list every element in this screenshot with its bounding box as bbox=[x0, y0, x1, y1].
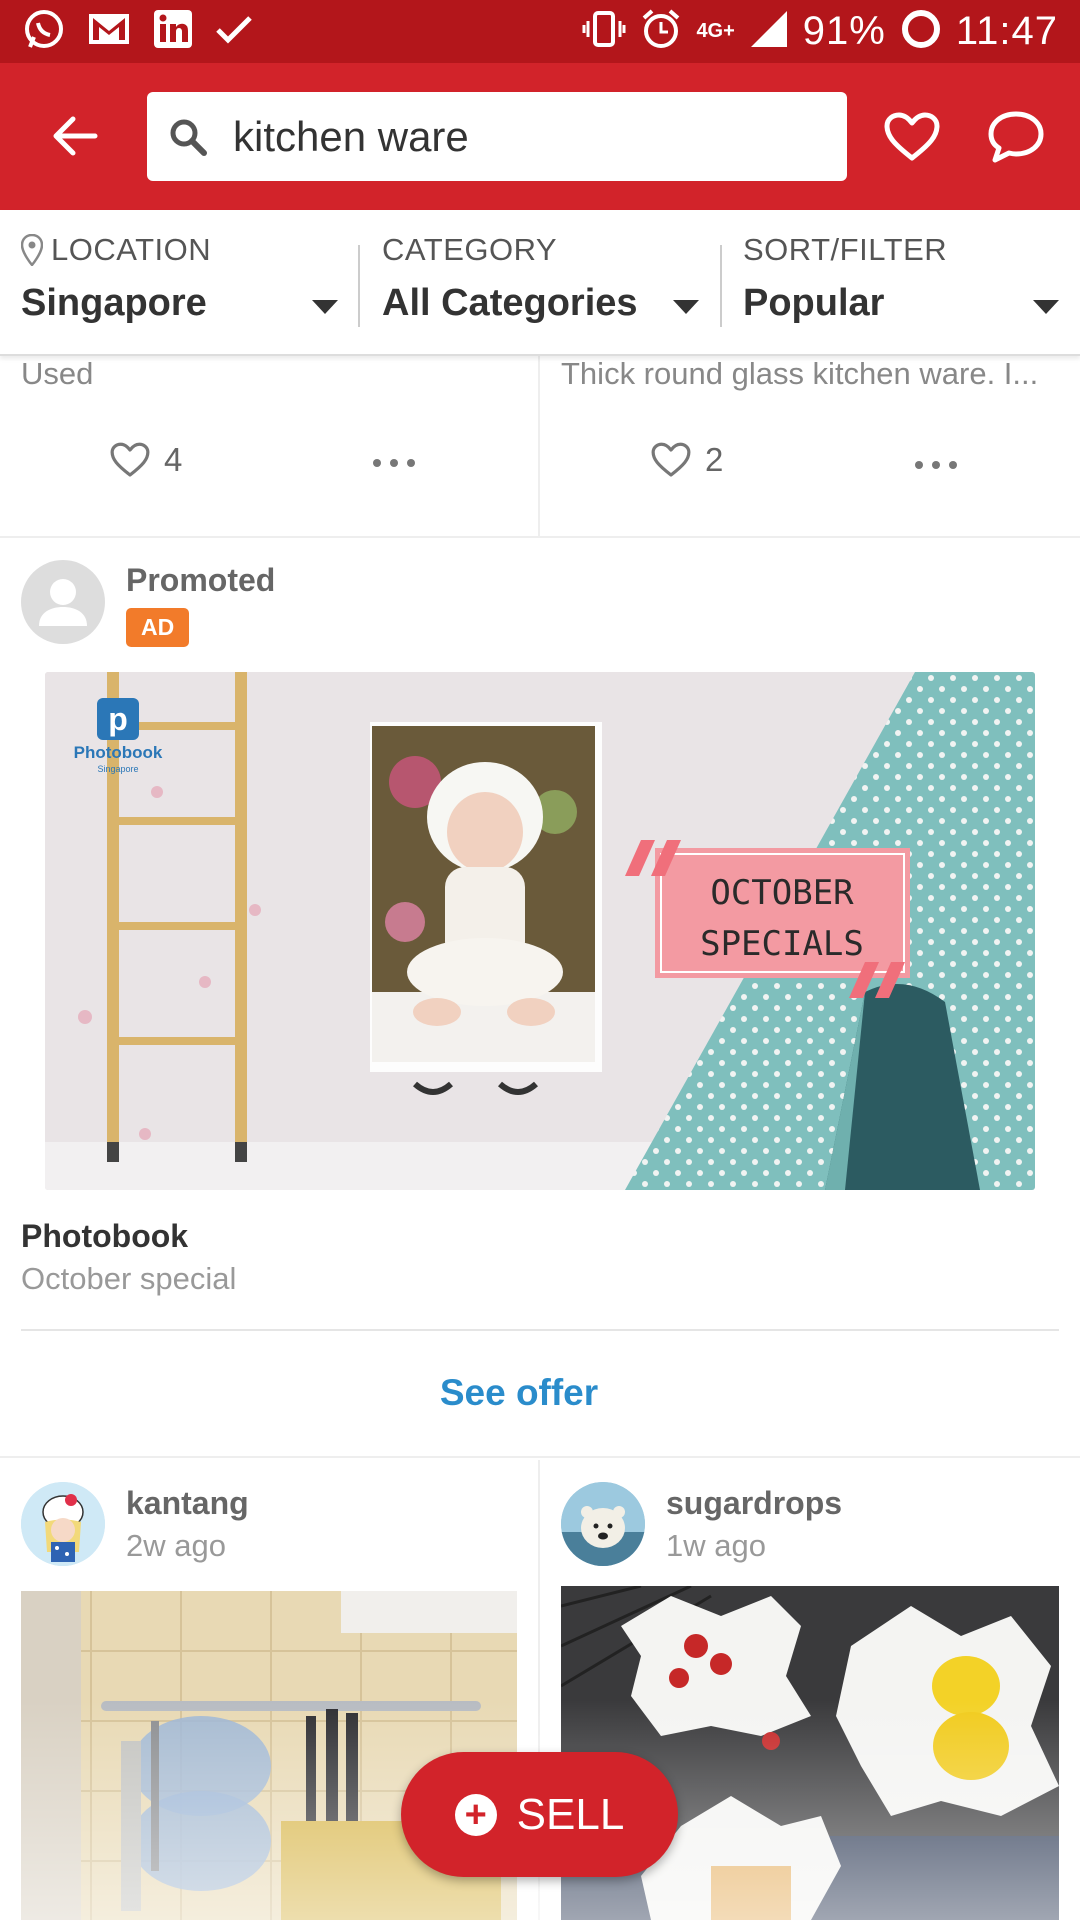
filter-bar: LOCATION Singapore CATEGORY All Categori… bbox=[0, 210, 1080, 356]
signal-icon bbox=[749, 9, 789, 54]
svg-text:p: p bbox=[108, 701, 128, 737]
alarm-icon bbox=[640, 8, 682, 55]
status-bar: 4G+ 91% 11:47 bbox=[0, 0, 1080, 63]
back-button[interactable] bbox=[40, 101, 110, 171]
location-pin-icon bbox=[21, 234, 43, 266]
sort-label: SORT/FILTER bbox=[743, 232, 948, 267]
offer-description: October special bbox=[21, 1261, 237, 1296]
location-value: Singapore bbox=[21, 282, 207, 324]
chat-icon bbox=[988, 111, 1044, 163]
sort-filter[interactable]: SORT/FILTER Popular bbox=[722, 210, 1080, 356]
sort-value: Popular bbox=[743, 282, 885, 324]
heart-outline-icon bbox=[110, 442, 150, 477]
divider bbox=[538, 356, 540, 538]
banner-illustration: p Photobook Singapore OCTOBER SPECIALS bbox=[45, 672, 1035, 1190]
category-label: CATEGORY bbox=[382, 232, 558, 267]
search-icon bbox=[165, 114, 211, 160]
vibrate-icon bbox=[582, 9, 626, 54]
sell-button[interactable]: + SELL bbox=[401, 1752, 678, 1877]
more-options-button[interactable] bbox=[915, 461, 957, 469]
seller-avatar[interactable] bbox=[561, 1482, 645, 1566]
gmail-icon bbox=[86, 9, 132, 54]
promoted-label: Promoted bbox=[126, 562, 276, 598]
battery-icon bbox=[900, 8, 942, 55]
dot bbox=[949, 461, 957, 469]
search-input[interactable] bbox=[233, 112, 793, 161]
search-box[interactable] bbox=[147, 92, 847, 181]
linkedin-icon bbox=[152, 8, 194, 55]
banner-logo-subtext: Singapore bbox=[97, 764, 138, 774]
more-options-button[interactable] bbox=[373, 459, 415, 467]
sell-label: SELL bbox=[516, 1789, 625, 1839]
plus-circle-icon: + bbox=[454, 1793, 497, 1836]
banner-overlay-line1: OCTOBER bbox=[710, 873, 854, 913]
ad-banner-image[interactable]: p Photobook Singapore OCTOBER SPECIALS bbox=[45, 672, 1035, 1190]
like-count: 2 bbox=[705, 441, 724, 478]
caret-down-icon bbox=[673, 300, 699, 314]
app-bar bbox=[0, 63, 1080, 210]
seller-avatar[interactable] bbox=[21, 1482, 105, 1566]
dot bbox=[373, 459, 381, 467]
advertiser-name: Photobook bbox=[21, 1218, 189, 1254]
dot bbox=[390, 459, 398, 467]
dot bbox=[932, 461, 940, 469]
back-arrow-icon bbox=[53, 116, 98, 156]
avatar bbox=[21, 560, 105, 644]
heart-outline-icon bbox=[651, 442, 691, 477]
location-label: LOCATION bbox=[51, 232, 212, 267]
chat-button[interactable] bbox=[982, 103, 1050, 171]
dot bbox=[407, 459, 415, 467]
listing-time: 1w ago bbox=[666, 1528, 766, 1563]
clock: 11:47 bbox=[955, 9, 1058, 53]
location-filter[interactable]: LOCATION Singapore bbox=[0, 210, 358, 356]
network-type: 4G+ bbox=[696, 20, 735, 42]
seller-name[interactable]: sugardrops bbox=[666, 1485, 842, 1522]
caret-down-icon bbox=[312, 300, 338, 314]
promoted-card[interactable]: Promoted AD p Photobook Singapore OCTOBE… bbox=[0, 540, 1080, 1458]
divider bbox=[21, 1329, 1059, 1331]
banner-logo-text: Photobook bbox=[74, 743, 163, 762]
listing-row: Used 4 Thick round glass kitchen ware. I… bbox=[0, 356, 1080, 538]
whatsapp-icon bbox=[22, 7, 66, 56]
heart-icon bbox=[884, 112, 940, 161]
avatar-image bbox=[21, 1482, 105, 1566]
dot bbox=[915, 461, 923, 469]
seller-name[interactable]: kantang bbox=[126, 1485, 249, 1522]
avatar-image bbox=[561, 1482, 645, 1566]
battery-percent: 91% bbox=[802, 9, 886, 53]
user-placeholder-icon bbox=[39, 579, 87, 626]
caret-down-icon bbox=[1033, 300, 1059, 314]
listing-description: Thick round glass kitchen ware. I... bbox=[561, 356, 1039, 391]
ad-badge: AD bbox=[126, 608, 190, 647]
listing-condition: Used bbox=[21, 356, 94, 391]
like-button[interactable]: 2 bbox=[651, 441, 723, 479]
listing-time: 2w ago bbox=[126, 1528, 226, 1563]
banner-overlay-line2: SPECIALS bbox=[700, 924, 864, 964]
category-filter[interactable]: CATEGORY All Categories bbox=[360, 210, 720, 356]
like-button[interactable]: 4 bbox=[110, 441, 182, 479]
category-value: All Categories bbox=[382, 282, 638, 324]
see-offer-link[interactable]: See offer bbox=[0, 1372, 1038, 1414]
location-label-wrap: LOCATION bbox=[21, 232, 211, 268]
check-icon bbox=[214, 9, 254, 54]
like-count: 4 bbox=[164, 441, 183, 478]
favorites-button[interactable] bbox=[878, 103, 946, 171]
